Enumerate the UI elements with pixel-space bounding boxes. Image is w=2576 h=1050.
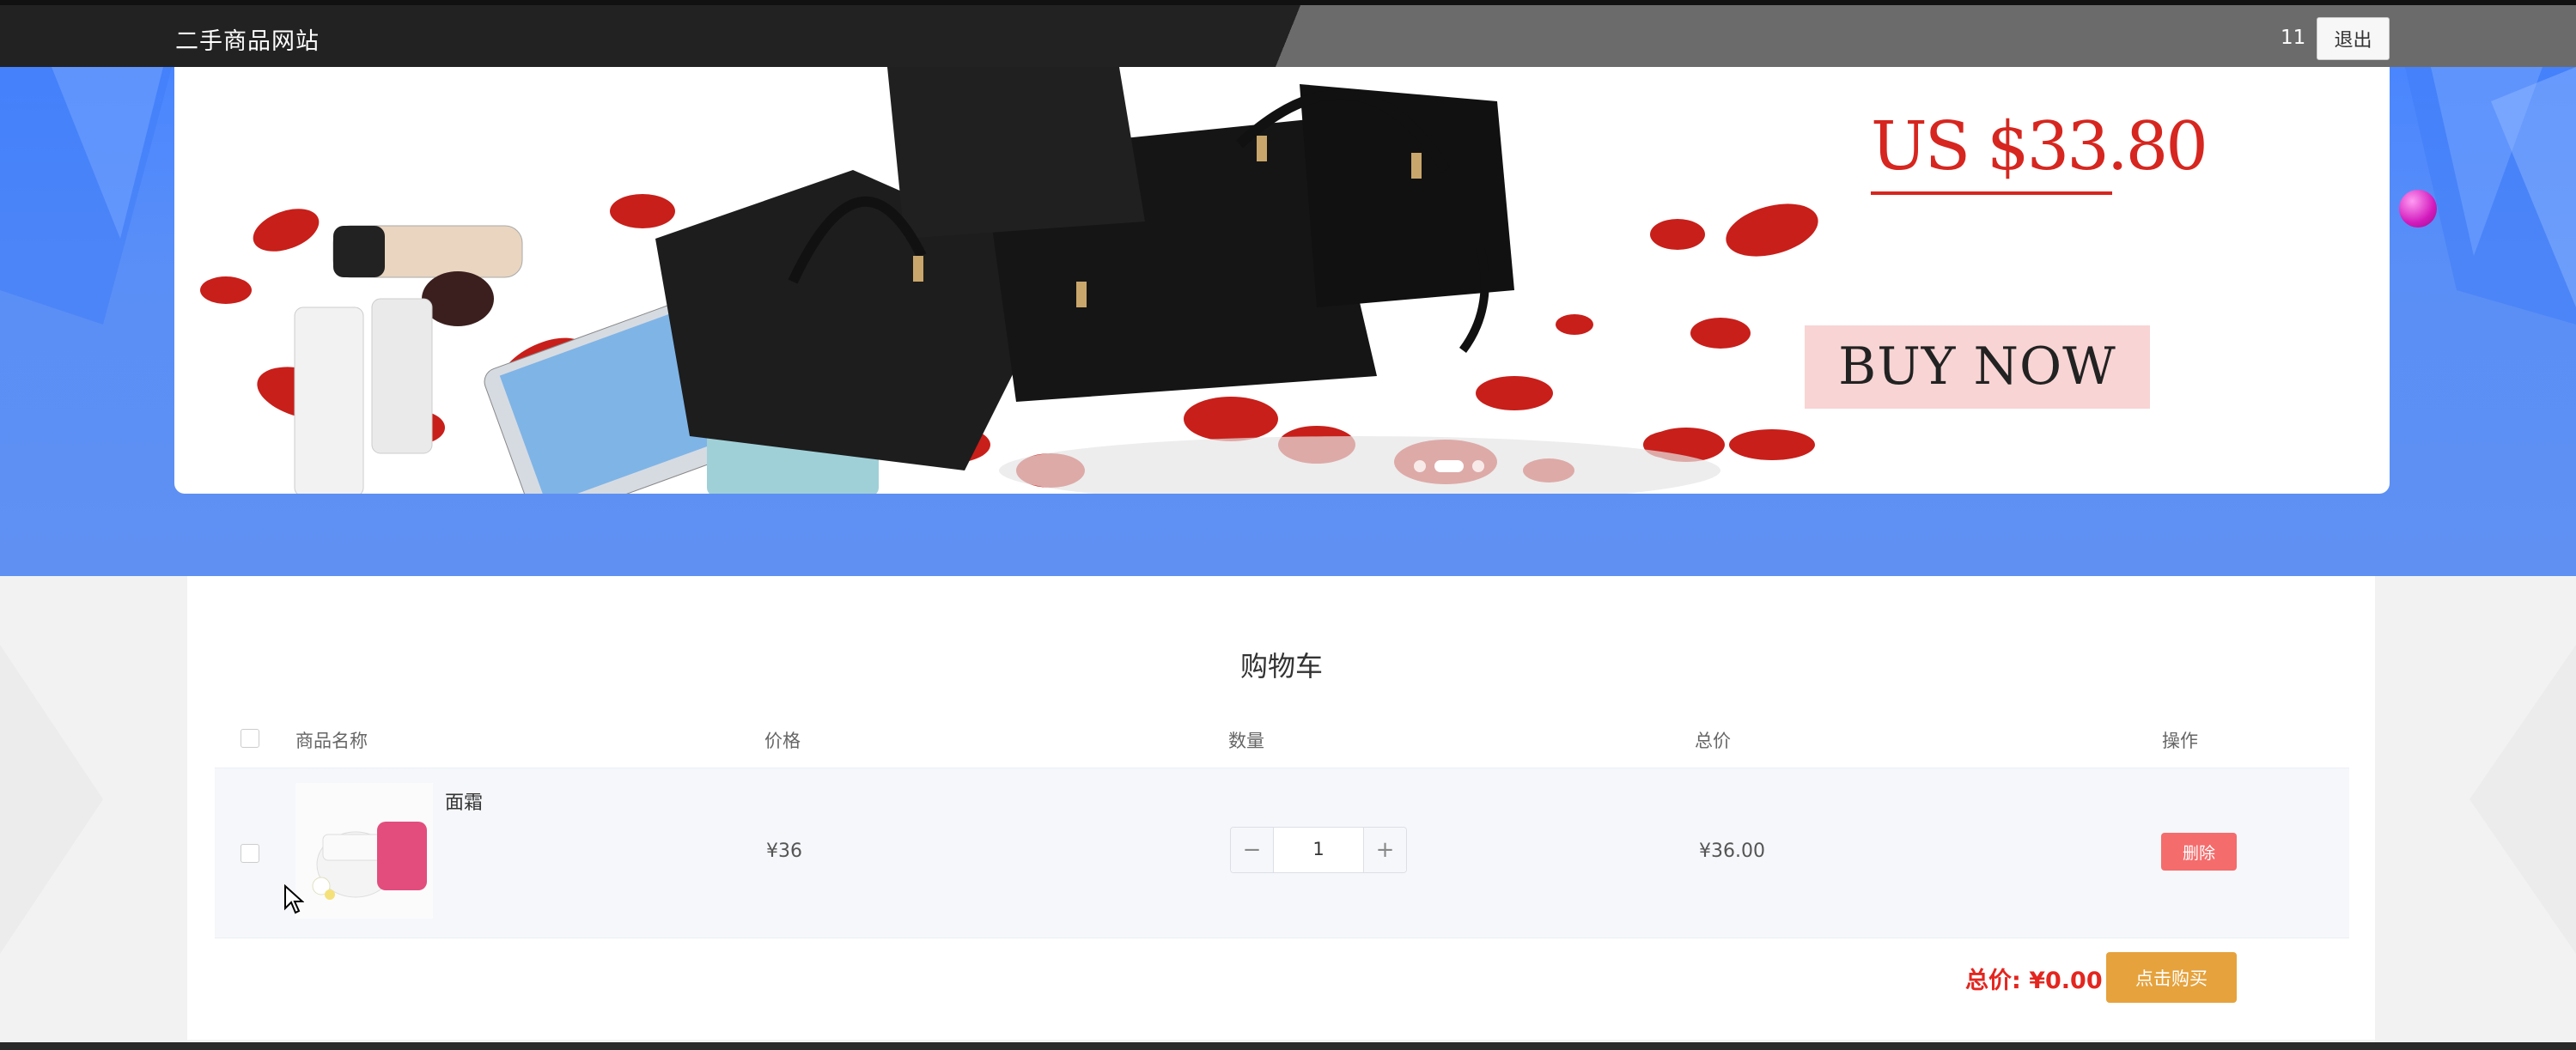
carousel-indicators bbox=[1414, 459, 1493, 476]
top-navbar: 二手商品网站 11 退出 bbox=[0, 0, 2576, 67]
product-thumbnail bbox=[295, 783, 433, 919]
column-header-quantity: 数量 bbox=[1228, 731, 1264, 751]
product-unit-price: ¥36 bbox=[766, 841, 802, 862]
username[interactable]: 11 bbox=[2281, 27, 2305, 49]
price-underline bbox=[1871, 191, 2112, 195]
carousel-prev-button[interactable]: ‹ bbox=[196, 99, 244, 147]
product-line-total: ¥36.00 bbox=[1699, 841, 1765, 862]
grand-total: 总价: ¥0.00 bbox=[1965, 968, 2103, 994]
site-title[interactable]: 二手商品网站 bbox=[175, 22, 320, 56]
row-checkbox[interactable] bbox=[241, 844, 259, 863]
select-all-checkbox[interactable] bbox=[241, 729, 259, 748]
mouse-cursor-icon bbox=[284, 884, 304, 914]
quantity-stepper: − + bbox=[1230, 827, 1407, 873]
buy-now-banner-label[interactable]: BUY NOW bbox=[1805, 325, 2150, 409]
logout-button[interactable]: 退出 bbox=[2317, 17, 2390, 60]
carousel-dot[interactable] bbox=[1472, 460, 1484, 472]
banner-price: US $33.80 bbox=[1871, 108, 2208, 185]
column-header-price: 价格 bbox=[764, 731, 801, 751]
table-row: 面霜 ¥36 − + ¥36.00 删除 bbox=[215, 768, 2349, 938]
carousel-next-button[interactable]: › bbox=[2317, 99, 2366, 147]
cart-title: 购物车 bbox=[1240, 650, 1324, 683]
quantity-decrease-button[interactable]: − bbox=[1231, 828, 1274, 872]
column-header-total: 总价 bbox=[1695, 731, 1731, 751]
quantity-increase-button[interactable]: + bbox=[1363, 828, 1406, 872]
product-image[interactable] bbox=[295, 783, 433, 919]
quantity-input[interactable] bbox=[1275, 828, 1362, 871]
delete-button[interactable]: 删除 bbox=[2161, 833, 2237, 871]
floating-ball-icon[interactable] bbox=[2399, 190, 2437, 228]
banner-slide[interactable]: US $33.80 BUY NOW bbox=[174, 67, 2390, 494]
hero-section: US $33.80 BUY NOW ‹ › bbox=[0, 67, 2576, 576]
column-header-name: 商品名称 bbox=[295, 731, 368, 751]
cart-section: 购物车 商品名称 价格 数量 总价 操作 面霜 ¥36 − 1 + ¥36.00… bbox=[187, 576, 2375, 1040]
left-decoration bbox=[0, 576, 187, 1042]
bottom-border bbox=[0, 1042, 2576, 1050]
checkout-button[interactable]: 点击购买 bbox=[2106, 952, 2237, 1003]
column-header-action: 操作 bbox=[2162, 731, 2198, 751]
product-name: 面霜 bbox=[445, 792, 484, 814]
right-decoration bbox=[2375, 576, 2576, 1042]
carousel-dot-active[interactable] bbox=[1434, 460, 1464, 472]
carousel-dot[interactable] bbox=[1414, 460, 1426, 472]
